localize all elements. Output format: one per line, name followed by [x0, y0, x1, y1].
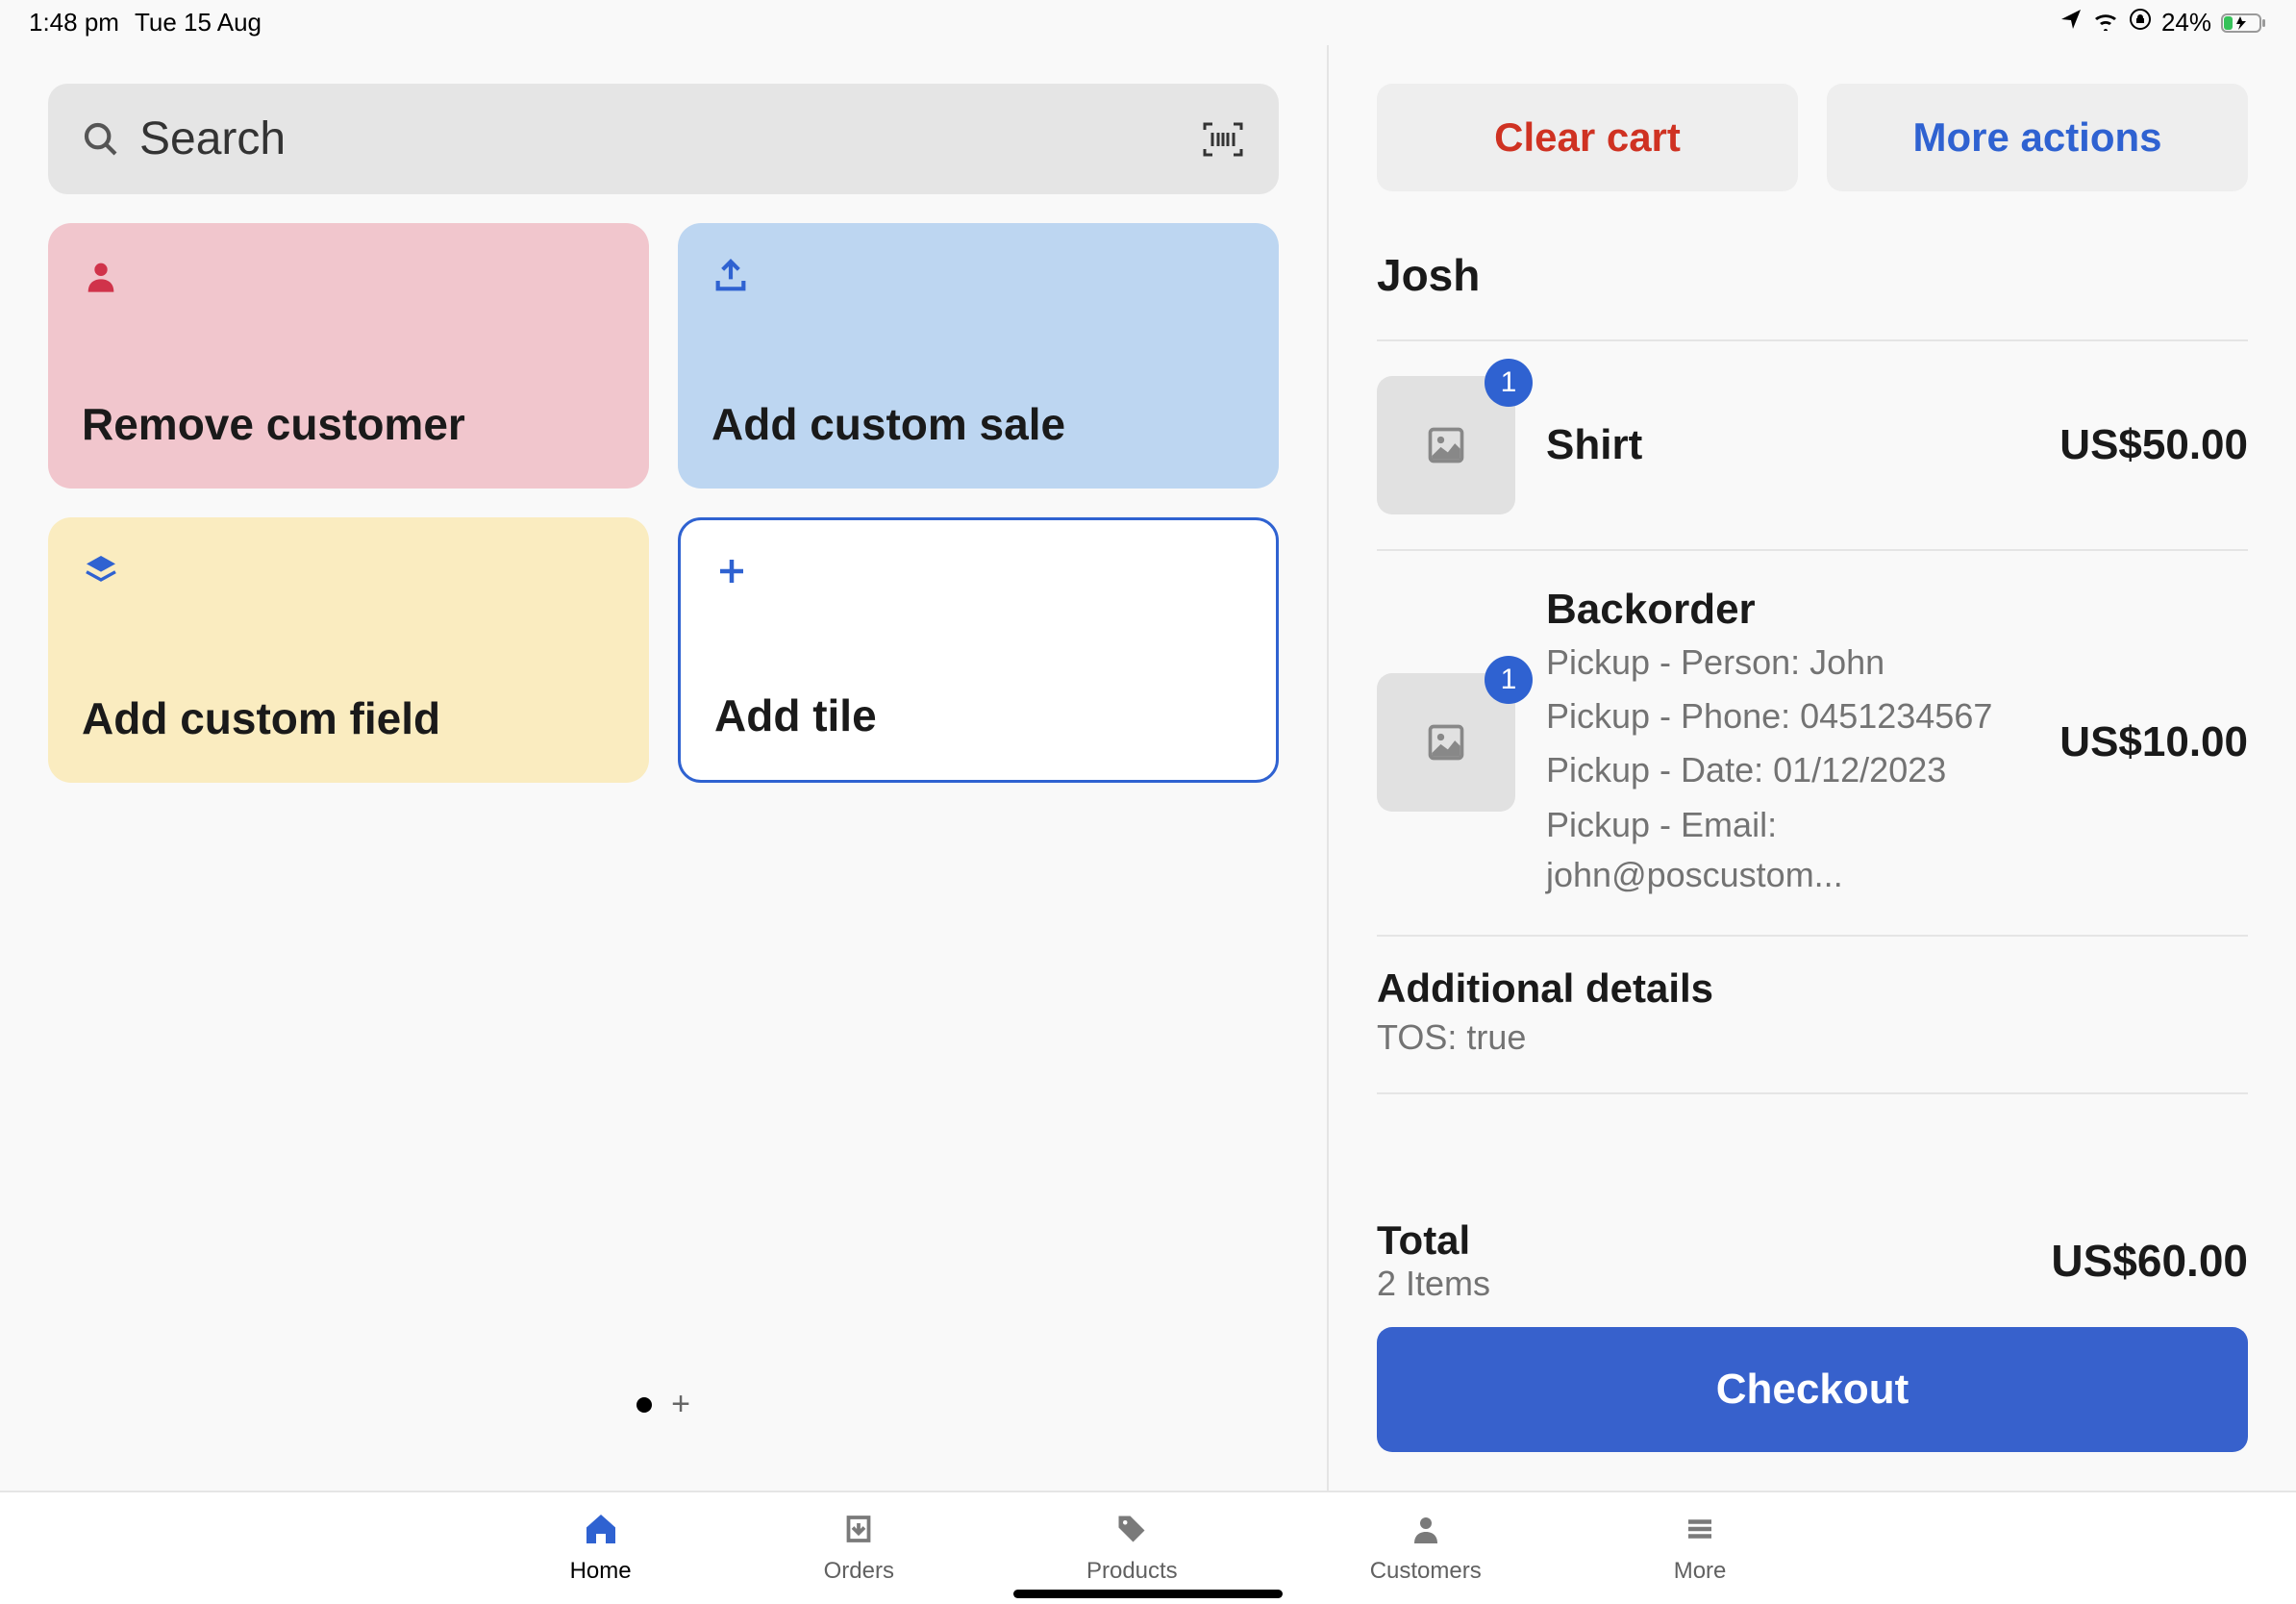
cart-item-title: Shirt — [1546, 421, 2029, 469]
search-placeholder: Search — [139, 113, 1182, 165]
status-date: Tue 15 Aug — [135, 8, 262, 38]
nav-more[interactable]: More — [1674, 1510, 1727, 1585]
cart-item-meta: Pickup - Date: 01/12/2023 — [1546, 745, 2029, 795]
cart-panel: Clear cart More actions Josh 1 Shirt US$… — [1329, 45, 2296, 1491]
orders-icon — [841, 1510, 876, 1548]
clear-cart-button[interactable]: Clear cart — [1377, 84, 1798, 191]
quantity-badge: 1 — [1485, 359, 1533, 407]
cart-item[interactable]: 1 Shirt US$50.00 — [1377, 341, 2248, 551]
add-page-icon[interactable]: + — [671, 1386, 690, 1423]
products-icon — [1114, 1510, 1149, 1548]
cart-item-meta: Pickup - Phone: 0451234567 — [1546, 691, 2029, 741]
additional-text: TOS: true — [1377, 1017, 2248, 1058]
nav-label: Customers — [1370, 1558, 1482, 1585]
cart-item-price: US$10.00 — [2059, 718, 2248, 766]
customer-name[interactable]: Josh — [1377, 249, 2248, 341]
total-section: Total 2 Items US$60.00 — [1377, 1190, 2248, 1327]
additional-details-section[interactable]: Additional details TOS: true — [1377, 937, 2248, 1094]
customers-icon — [1409, 1510, 1443, 1548]
quantity-badge: 1 — [1485, 656, 1533, 704]
nav-label: Orders — [824, 1558, 894, 1585]
status-right: 24% — [2059, 8, 2267, 38]
add-tile-button[interactable]: Add tile — [678, 517, 1279, 783]
plus-icon — [714, 554, 1242, 600]
add-custom-sale-tile[interactable]: Add custom sale — [678, 223, 1279, 489]
page-dot[interactable] — [636, 1397, 652, 1413]
person-icon — [82, 257, 615, 303]
cart-item-price: US$50.00 — [2059, 421, 2248, 469]
status-time: 1:48 pm — [29, 8, 119, 38]
barcode-scan-icon[interactable] — [1201, 120, 1245, 159]
home-indicator[interactable] — [1013, 1590, 1283, 1598]
bottom-nav: Home Orders Products Customers More — [0, 1491, 2296, 1604]
add-custom-field-tile[interactable]: Add custom field — [48, 517, 649, 783]
checkout-button[interactable]: Checkout — [1377, 1327, 2248, 1452]
tile-label: Add tile — [714, 689, 1242, 741]
tile-label: Remove customer — [82, 398, 615, 450]
tile-label: Add custom field — [82, 692, 615, 744]
status-bar: 1:48 pm Tue 15 Aug 24% — [0, 0, 2296, 45]
orientation-lock-icon — [2129, 8, 2152, 38]
additional-title: Additional details — [1377, 965, 2248, 1012]
nav-label: Products — [1086, 1558, 1178, 1585]
cart-item-title: Backorder — [1546, 586, 2029, 634]
wifi-icon — [2092, 8, 2119, 38]
nav-orders[interactable]: Orders — [824, 1510, 894, 1585]
search-box[interactable]: Search — [48, 84, 1279, 194]
nav-label: More — [1674, 1558, 1727, 1585]
location-icon — [2059, 8, 2083, 38]
total-items-count: 2 Items — [1377, 1264, 1490, 1304]
layers-icon — [82, 551, 615, 597]
home-icon — [582, 1510, 620, 1548]
remove-customer-tile[interactable]: Remove customer — [48, 223, 649, 489]
nav-customers[interactable]: Customers — [1370, 1510, 1482, 1585]
battery-icon — [2221, 12, 2267, 35]
more-actions-button[interactable]: More actions — [1827, 84, 2248, 191]
nav-label: Home — [570, 1558, 632, 1585]
cart-item-meta: Pickup - Person: John — [1546, 638, 2029, 688]
nav-products[interactable]: Products — [1086, 1510, 1178, 1585]
nav-home[interactable]: Home — [570, 1510, 632, 1585]
cart-item-meta: Pickup - Email: john@poscustom... — [1546, 800, 2029, 900]
menu-icon — [1683, 1510, 1717, 1548]
total-amount: US$60.00 — [2051, 1235, 2248, 1287]
upload-icon — [711, 257, 1245, 303]
total-label: Total — [1377, 1217, 1490, 1264]
page-indicator: + — [48, 1386, 1279, 1471]
left-panel: Search Remove customer Add custom sale — [0, 45, 1329, 1491]
tile-label: Add custom sale — [711, 398, 1245, 450]
cart-item[interactable]: 1 Backorder Pickup - Person: John Pickup… — [1377, 551, 2248, 937]
battery-percentage: 24% — [2161, 8, 2211, 38]
search-icon — [82, 120, 120, 159]
